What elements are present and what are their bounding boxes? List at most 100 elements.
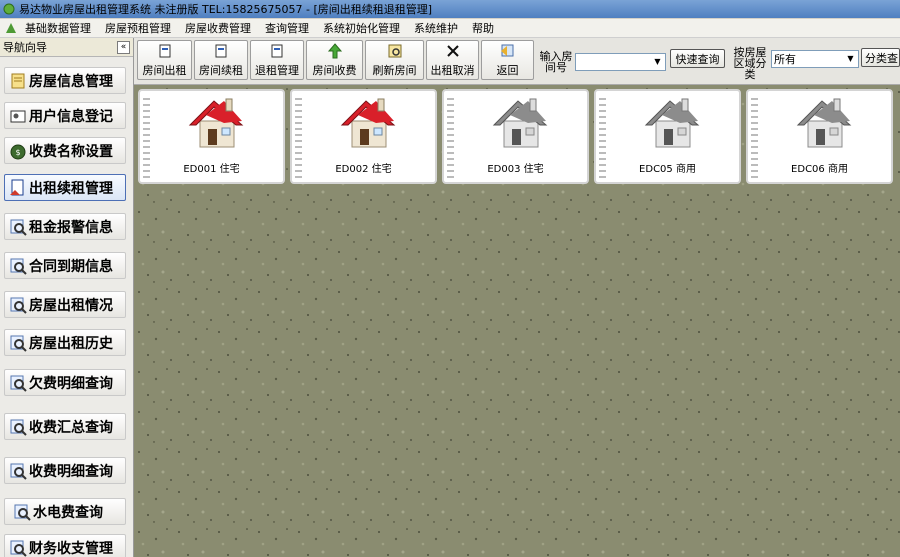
area-filter-combo[interactable]: 所有 ▼ xyxy=(771,50,859,68)
house-icon xyxy=(492,98,548,148)
window-title: 易达物业房屋出租管理系统 未注册版 TEL:15825675057 - [房间出… xyxy=(19,3,433,16)
menu-maintenance[interactable]: 系统维护 xyxy=(407,20,465,36)
nav-item-fee-summary[interactable]: 收费汇总查询 xyxy=(4,413,126,440)
magnifier-icon xyxy=(7,537,29,557)
nav-item-fee-detail[interactable]: 收费明细查询 xyxy=(4,457,126,484)
room-card[interactable]: ED001 住宅 xyxy=(138,89,285,184)
magnifier-icon xyxy=(7,216,29,238)
button-label: 刷新房间 xyxy=(372,64,417,77)
area-filter-value: 所有 xyxy=(774,53,796,66)
nav-item-rent-manage[interactable]: 出租续租管理 xyxy=(4,174,126,201)
nav-item-label: 房屋出租历史 xyxy=(29,335,113,352)
contract-icon xyxy=(7,177,29,199)
classify-search-button[interactable]: 分类查 xyxy=(861,48,900,67)
quick-search-button[interactable]: 快速查询 xyxy=(670,49,725,68)
nav-item-user-register[interactable]: 用户信息登记 xyxy=(4,102,126,129)
nav-item-rent-alert[interactable]: 租金报警信息 xyxy=(4,213,126,240)
area-label-line2: 区域分类 xyxy=(733,57,767,81)
button-label: 房间收费 xyxy=(312,64,357,77)
nav-item-label: 合同到期信息 xyxy=(29,258,113,275)
room-label: EDC05 商用 xyxy=(639,164,696,175)
room-label: ED002 住宅 xyxy=(335,164,392,175)
app-icon xyxy=(2,2,16,16)
button-label: 房间出租 xyxy=(142,64,187,77)
house-icon xyxy=(644,98,700,148)
room-label: ED003 住宅 xyxy=(487,164,544,175)
nav-collapse-button[interactable]: « xyxy=(117,40,130,54)
nav-item-arrears-detail[interactable]: 欠费明细查询 xyxy=(4,369,126,396)
return-icon xyxy=(269,42,285,60)
nav-header: 导航向导 « xyxy=(0,38,133,57)
nav-item-label: 房屋信息管理 xyxy=(29,73,113,90)
nav-item-fee-names[interactable]: $ 收费名称设置 xyxy=(4,137,126,164)
toolbar: 房间出租 房间续租 退租管理 房间收费 刷新房间 出租取消 返回 输入房 间号 … xyxy=(134,38,900,85)
nav-item-label: 租金报警信息 xyxy=(29,219,113,236)
menu-query[interactable]: 查询管理 xyxy=(258,20,316,36)
app-menu-icon[interactable] xyxy=(4,21,18,35)
area-label: 按房屋 区域分类 xyxy=(729,47,771,80)
button-label: 退租管理 xyxy=(255,64,299,77)
user-card-icon xyxy=(7,105,29,127)
back-button[interactable]: 返回 xyxy=(481,40,534,80)
nav-item-finance[interactable]: 财务收支管理 xyxy=(4,534,126,557)
close-icon xyxy=(446,42,460,60)
nav-item-label: 出租续租管理 xyxy=(29,180,113,197)
room-number-label: 输入房 间号 xyxy=(538,51,574,73)
back-icon xyxy=(498,42,518,60)
renew-icon xyxy=(213,42,229,60)
nav-item-utility-query[interactable]: 水电费查询 xyxy=(4,498,126,525)
nav-item-rental-status[interactable]: 房屋出租情况 xyxy=(4,291,126,318)
renew-room-button[interactable]: 房间续租 xyxy=(194,40,248,80)
nav-item-label: 收费汇总查询 xyxy=(29,419,113,436)
charge-icon xyxy=(326,42,344,60)
room-charge-button[interactable]: 房间收费 xyxy=(306,40,363,80)
dropdown-arrow-icon[interactable]: ▼ xyxy=(651,55,664,69)
title-bar: 易达物业房屋出租管理系统 未注册版 TEL:15825675057 - [房间出… xyxy=(0,0,900,18)
magnifier-icon xyxy=(7,372,29,394)
magnifier-icon xyxy=(7,255,29,277)
house-icon xyxy=(188,98,244,148)
menu-bar: 基础数据管理 房屋预租管理 房屋收费管理 查询管理 系统初始化管理 系统维护 帮… xyxy=(0,19,900,38)
rent-room-button[interactable]: 房间出租 xyxy=(137,40,192,80)
magnifier-icon xyxy=(11,501,33,523)
house-icon xyxy=(340,98,396,148)
house-icon xyxy=(796,98,852,148)
nav-item-label: 房屋出租情况 xyxy=(29,297,113,314)
nav-item-rental-history[interactable]: 房屋出租历史 xyxy=(4,329,126,356)
nav-item-room-info[interactable]: 房屋信息管理 xyxy=(4,67,126,94)
return-manage-button[interactable]: 退租管理 xyxy=(250,40,304,80)
room-grid-area: ED001 住宅 ED002 住宅 ED003 住宅 EDC05 商用 EDC0… xyxy=(134,85,900,557)
room-number-label-line2: 间号 xyxy=(545,61,567,74)
refresh-icon xyxy=(386,42,404,60)
room-card[interactable]: EDC06 商用 xyxy=(746,89,893,184)
room-card[interactable]: ED002 住宅 xyxy=(290,89,437,184)
room-label: ED001 住宅 xyxy=(183,164,240,175)
nav-title: 导航向导 xyxy=(3,41,47,54)
nav-item-label: 收费明细查询 xyxy=(29,463,113,480)
menu-init[interactable]: 系统初始化管理 xyxy=(316,20,407,36)
magnifier-icon xyxy=(7,294,29,316)
room-card[interactable]: EDC05 商用 xyxy=(594,89,741,184)
nav-item-label: 收费名称设置 xyxy=(29,143,113,160)
button-label: 房间续租 xyxy=(199,64,243,77)
magnifier-icon xyxy=(7,332,29,354)
room-card[interactable]: ED003 住宅 xyxy=(442,89,589,184)
dropdown-arrow-icon[interactable]: ▼ xyxy=(844,52,857,66)
button-label: 返回 xyxy=(496,64,519,77)
refresh-rooms-button[interactable]: 刷新房间 xyxy=(365,40,424,80)
rent-icon xyxy=(157,42,173,60)
menu-pre-rent[interactable]: 房屋预租管理 xyxy=(98,20,178,36)
menu-charge[interactable]: 房屋收费管理 xyxy=(178,20,258,36)
nav-item-label: 欠费明细查询 xyxy=(29,375,113,392)
menu-basic-data[interactable]: 基础数据管理 xyxy=(18,20,98,36)
navigation-panel: 导航向导 « 房屋信息管理 用户信息登记 $ 收费名称设置 出租续租管理 租金报… xyxy=(0,38,134,557)
document-icon xyxy=(7,70,29,92)
room-number-combo[interactable]: ▼ xyxy=(575,53,666,71)
cancel-rent-button[interactable]: 出租取消 xyxy=(426,40,479,80)
nav-item-label: 财务收支管理 xyxy=(29,540,113,557)
room-label: EDC06 商用 xyxy=(791,164,848,175)
menu-help[interactable]: 帮助 xyxy=(465,20,501,36)
magnifier-icon xyxy=(7,416,29,438)
nav-item-contract-expiry[interactable]: 合同到期信息 xyxy=(4,252,126,279)
money-bag-icon: $ xyxy=(7,140,29,162)
